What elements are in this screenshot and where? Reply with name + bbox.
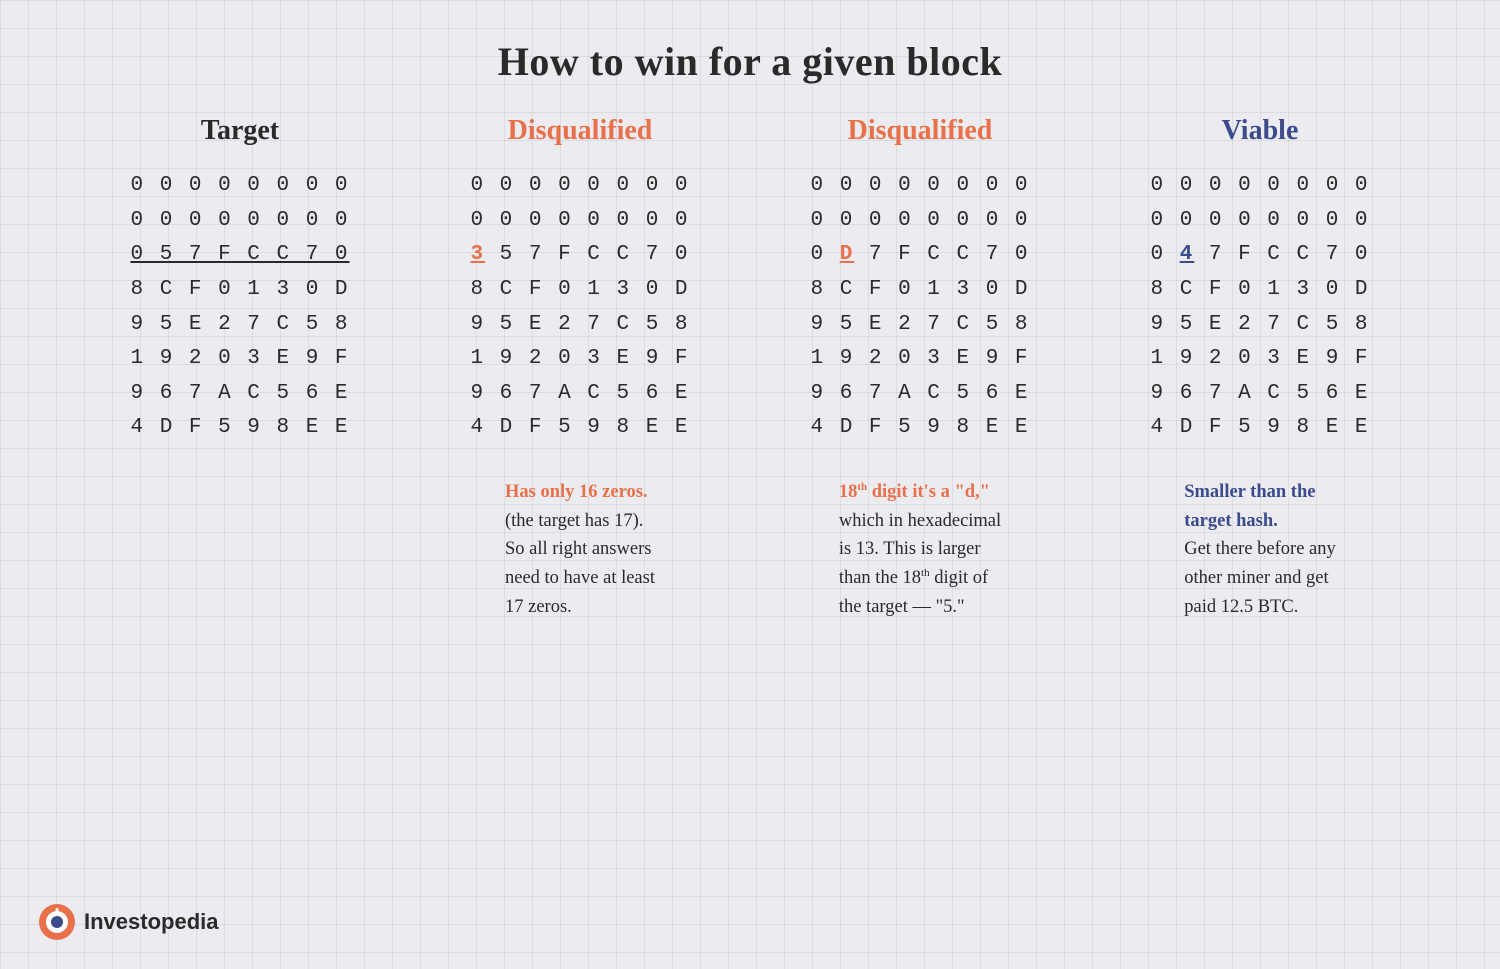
hash-row: 0 0 0 0 0 0 0 0 (130, 169, 349, 204)
hash-row: 1 9 2 0 3 E 9 F (470, 342, 689, 377)
column-disqualified1: Disqualified 0 0 0 0 0 0 0 0 0 0 0 0 0 0… (410, 115, 750, 621)
page-title: How to win for a given block (0, 0, 1500, 115)
hash-row: 9 5 E 2 7 C 5 8 (810, 308, 1029, 343)
highlight-char: D (840, 243, 855, 266)
hash-row: 0 0 0 0 0 0 0 0 (470, 204, 689, 239)
hash-row: 9 6 7 A C 5 6 E (1150, 377, 1369, 412)
column-disqualified2: Disqualified 0 0 0 0 0 0 0 0 0 0 0 0 0 0… (750, 115, 1090, 621)
hash-row-underline: 0 5 7 F C C 7 0 (130, 238, 349, 273)
hash-row: 0 0 0 0 0 0 0 0 (1150, 204, 1369, 239)
investopedia-logo-icon (38, 903, 76, 941)
hash-row: 9 6 7 A C 5 6 E (130, 377, 349, 412)
hash-block-disqualified2: 0 0 0 0 0 0 0 0 0 0 0 0 0 0 0 0 0 D 7 F … (810, 169, 1029, 446)
explanation-viable: Smaller than thetarget hash. Get there b… (1184, 478, 1336, 621)
investopedia-logo-text: Investopedia (84, 909, 218, 935)
hash-row: 0 0 0 0 0 0 0 0 (1150, 169, 1369, 204)
hash-row-special: 0 4 7 F C C 7 0 (1150, 238, 1369, 273)
column-target: Target 0 0 0 0 0 0 0 0 0 0 0 0 0 0 0 0 0… (70, 115, 410, 446)
hash-row-special: 0 D 7 F C C 7 0 (810, 238, 1029, 273)
hash-row: 1 9 2 0 3 E 9 F (1150, 342, 1369, 377)
hash-row: 8 C F 0 1 3 0 D (130, 273, 349, 308)
highlight-char: 4 (1180, 243, 1195, 266)
hash-row: 8 C F 0 1 3 0 D (470, 273, 689, 308)
col-heading-disqualified1: Disqualified (508, 115, 653, 147)
explanation-emph-line1: 18th digit it's a "d," (839, 482, 990, 502)
explanation-disqualified1: Has only 16 zeros. (the target has 17). … (505, 478, 655, 621)
hash-row: 4 D F 5 9 8 E E (1150, 411, 1369, 446)
hash-row: 0 0 0 0 0 0 0 0 (810, 204, 1029, 239)
hash-row: 9 6 7 A C 5 6 E (810, 377, 1029, 412)
hash-row: 4 D F 5 9 8 E E (470, 411, 689, 446)
explanation-disqualified2: 18th digit it's a "d," which in hexadeci… (839, 478, 1001, 621)
hash-block-viable: 0 0 0 0 0 0 0 0 0 0 0 0 0 0 0 0 0 4 7 F … (1150, 169, 1369, 446)
investopedia-logo: Investopedia (38, 903, 218, 941)
col-heading-viable: Viable (1222, 115, 1299, 147)
hash-row: 0 0 0 0 0 0 0 0 (810, 169, 1029, 204)
hash-row: 9 5 E 2 7 C 5 8 (130, 308, 349, 343)
hash-row: 9 5 E 2 7 C 5 8 (1150, 308, 1369, 343)
hash-block-target: 0 0 0 0 0 0 0 0 0 0 0 0 0 0 0 0 0 5 7 F … (130, 169, 349, 446)
hash-row: 1 9 2 0 3 E 9 F (130, 342, 349, 377)
hash-block-disqualified1: 0 0 0 0 0 0 0 0 0 0 0 0 0 0 0 0 3 5 7 F … (470, 169, 689, 446)
explanation-emph: Has only 16 zeros. (505, 482, 648, 502)
hash-row: 4 D F 5 9 8 E E (810, 411, 1029, 446)
hash-row: 0 0 0 0 0 0 0 0 (130, 204, 349, 239)
hash-row: 8 C F 0 1 3 0 D (810, 273, 1029, 308)
hash-row: 9 6 7 A C 5 6 E (470, 377, 689, 412)
column-viable: Viable 0 0 0 0 0 0 0 0 0 0 0 0 0 0 0 0 0… (1090, 115, 1430, 621)
hash-row: 4 D F 5 9 8 E E (130, 411, 349, 446)
col-heading-disqualified2: Disqualified (848, 115, 993, 147)
explanation-emph: Smaller than thetarget hash. (1184, 482, 1315, 531)
hash-row: 1 9 2 0 3 E 9 F (810, 342, 1029, 377)
hash-row-special: 3 5 7 F C C 7 0 (470, 238, 689, 273)
hash-row: 0 0 0 0 0 0 0 0 (470, 169, 689, 204)
highlight-char: 3 (470, 243, 485, 266)
hash-row: 9 5 E 2 7 C 5 8 (470, 308, 689, 343)
col-heading-target: Target (201, 115, 279, 147)
hash-row: 8 C F 0 1 3 0 D (1150, 273, 1369, 308)
columns-wrapper: Target 0 0 0 0 0 0 0 0 0 0 0 0 0 0 0 0 0… (0, 115, 1500, 621)
